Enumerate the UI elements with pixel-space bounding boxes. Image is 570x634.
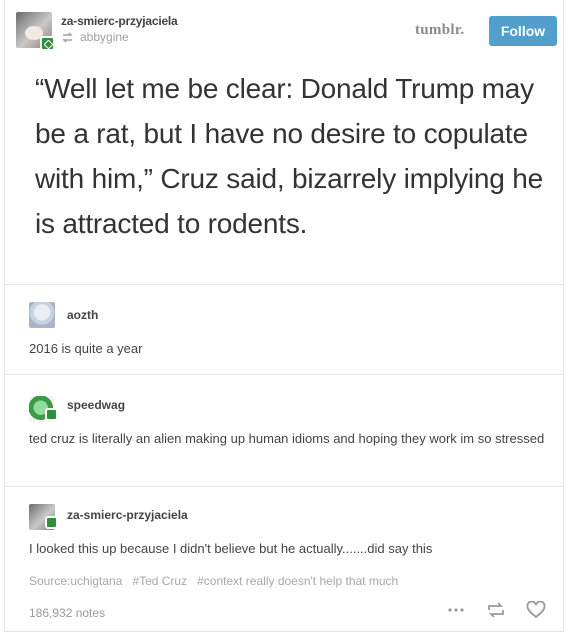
divider xyxy=(5,486,563,487)
heart-icon[interactable] xyxy=(525,600,547,620)
divider xyxy=(5,284,563,285)
post-actions xyxy=(445,600,547,620)
post-header: za-smierc-przyjaciela abbygine tumblr. F… xyxy=(5,0,563,60)
reblog-badge-icon xyxy=(40,36,55,51)
follow-button[interactable]: Follow xyxy=(489,16,557,46)
divider xyxy=(5,374,563,375)
post-tags: Source:uchigtana #Ted Cruz #context real… xyxy=(29,574,398,588)
avatar[interactable] xyxy=(29,302,55,328)
comment-user-aozth[interactable]: aozth xyxy=(67,308,98,322)
comment-text: 2016 is quite a year xyxy=(29,341,143,356)
source-link[interactable]: Source:uchigtana xyxy=(29,574,122,588)
reblogged-from-link[interactable]: abbygine xyxy=(80,30,129,44)
tag-link[interactable]: #Ted Cruz xyxy=(132,574,187,588)
post-quote: “Well let me be clear: Donald Trump may … xyxy=(35,73,544,239)
comment-user-speedwag[interactable]: speedwag xyxy=(67,398,125,412)
reblog-arrow-icon xyxy=(62,32,73,42)
tumblr-logo[interactable]: tumblr. xyxy=(415,22,464,39)
more-icon[interactable] xyxy=(445,600,467,620)
blog-name-link[interactable]: za-smierc-przyjaciela xyxy=(61,14,178,28)
reblogged-from: abbygine xyxy=(61,30,129,44)
comment-text: I looked this up because I didn't believ… xyxy=(29,541,433,556)
tag-link[interactable]: #context really doesn't help that much xyxy=(197,574,398,588)
post-card: za-smierc-przyjaciela abbygine tumblr. F… xyxy=(4,0,564,632)
reblog-badge-icon xyxy=(45,516,58,529)
comment-text: ted cruz is literally an alien making up… xyxy=(29,431,545,446)
reblog-icon[interactable] xyxy=(485,600,507,620)
reblog-badge-icon xyxy=(45,408,58,421)
notes-count[interactable]: 186,932 notes xyxy=(29,606,105,620)
comment-user-za-smierc-przyjaciela[interactable]: za-smierc-przyjaciela xyxy=(67,508,188,522)
